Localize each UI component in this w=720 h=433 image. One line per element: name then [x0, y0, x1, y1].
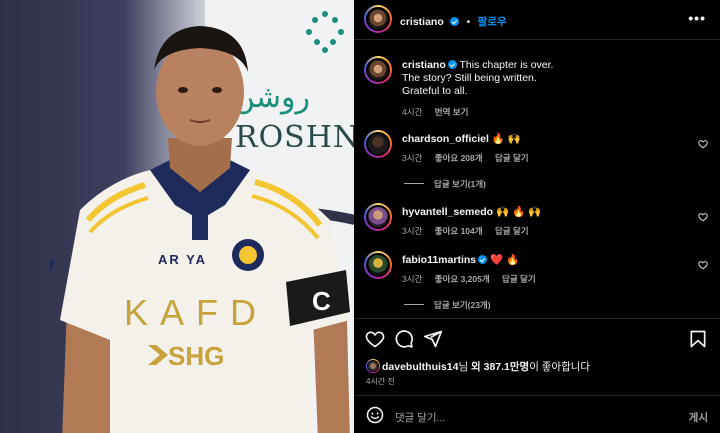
caption-line: Grateful to all.	[402, 85, 468, 97]
commenter-username[interactable]: chardson_officiel	[402, 133, 489, 145]
caption-time: 4시간	[402, 107, 423, 117]
commenter-avatar[interactable]	[364, 203, 392, 231]
liker-avatar[interactable]	[366, 359, 380, 373]
author-avatar[interactable]	[364, 5, 392, 33]
commenter-avatar[interactable]	[364, 130, 392, 158]
verified-badge-icon	[450, 17, 460, 26]
caption-line: This chapter is over.	[459, 59, 554, 71]
follow-button[interactable]: 팔로우	[478, 16, 507, 28]
share-send-icon[interactable]	[423, 329, 443, 349]
liker-username[interactable]: davebulthuis14	[382, 361, 458, 373]
player-figure: C AR YA KAFD SHG	[50, 26, 350, 433]
reply-button[interactable]: 답글 달기	[495, 153, 529, 163]
caption-avatar[interactable]	[364, 56, 392, 84]
post-side-panel: cristiano • 팔로우 ••• cristiano This chapt…	[354, 0, 720, 433]
likes-count[interactable]: 외 387.1만명	[471, 361, 529, 373]
likes-text-end: 이 좋아합니다	[529, 361, 591, 373]
view-replies-button[interactable]: 답글 보기(1개)	[404, 178, 486, 190]
comment-likes[interactable]: 좋아요 3,205개	[435, 274, 490, 284]
likes-text: 님	[458, 361, 472, 373]
post-actions: davebulthuis14님 외 387.1만명이 좋아합니다 4시간 전 댓…	[354, 318, 720, 433]
comment-bubble-icon[interactable]	[394, 329, 414, 349]
commenter-username[interactable]: hyvantell_semedo	[402, 206, 493, 218]
comment-time: 3시간	[402, 226, 423, 236]
reply-button[interactable]: 답글 달기	[495, 226, 529, 236]
author-username[interactable]: cristiano	[400, 16, 444, 28]
post-timestamp: 4시간 전	[366, 377, 395, 386]
like-comment-heart-icon[interactable]	[698, 260, 708, 270]
comment-time: 3시간	[402, 153, 423, 163]
bookmark-icon[interactable]	[688, 329, 708, 349]
post-header: cristiano • 팔로우 •••	[354, 0, 720, 40]
comment-time: 3시간	[402, 274, 423, 284]
svg-text:C: C	[312, 286, 331, 316]
comment-text: 🔥 🙌	[491, 133, 521, 145]
like-heart-icon[interactable]	[365, 329, 385, 349]
translate-link[interactable]: 번역 보기	[435, 107, 469, 117]
view-replies-button[interactable]: 답글 보기(23개)	[404, 299, 491, 311]
replies-line	[404, 183, 424, 184]
like-comment-heart-icon[interactable]	[698, 212, 708, 222]
view-replies-label: 답글 보기(1개)	[434, 179, 486, 189]
verified-badge-icon	[478, 255, 488, 264]
caption-username[interactable]: cristiano	[402, 59, 446, 71]
jersey-sponsor2-text: SHG	[168, 341, 224, 371]
view-replies-label: 답글 보기(23개)	[434, 300, 491, 310]
comment-text: ❤️ 🔥	[490, 254, 520, 266]
separator-dot: •	[466, 17, 471, 28]
replies-line	[404, 304, 424, 305]
more-options-icon[interactable]: •••	[688, 10, 706, 26]
likes-summary: davebulthuis14님 외 387.1만명이 좋아합니다	[366, 359, 590, 374]
comment-likes[interactable]: 좋아요 104개	[435, 226, 483, 236]
add-comment-bar: 댓글 달기... 게시	[354, 395, 720, 433]
comment-likes[interactable]: 좋아요 208개	[435, 153, 483, 163]
commenter-username[interactable]: fabio11martins	[402, 254, 476, 266]
comment-input[interactable]: 댓글 달기...	[395, 410, 445, 425]
commenter-avatar[interactable]	[364, 251, 392, 279]
reply-button[interactable]: 답글 달기	[502, 274, 536, 284]
emoji-smiley-icon[interactable]	[366, 406, 384, 424]
jersey-sponsor-text: KAFD	[124, 292, 268, 333]
like-comment-heart-icon[interactable]	[698, 139, 708, 149]
post-comment-button[interactable]: 게시	[689, 410, 708, 425]
jersey-brand-text: AR YA	[158, 252, 207, 267]
caption-line: The story? Still being written.	[402, 72, 537, 84]
verified-badge-icon	[447, 60, 457, 69]
post-image[interactable]: روشن ROSHN C AR YA KAFD SHG	[0, 0, 354, 433]
comment-text: 🙌 🔥 🙌	[495, 206, 542, 218]
